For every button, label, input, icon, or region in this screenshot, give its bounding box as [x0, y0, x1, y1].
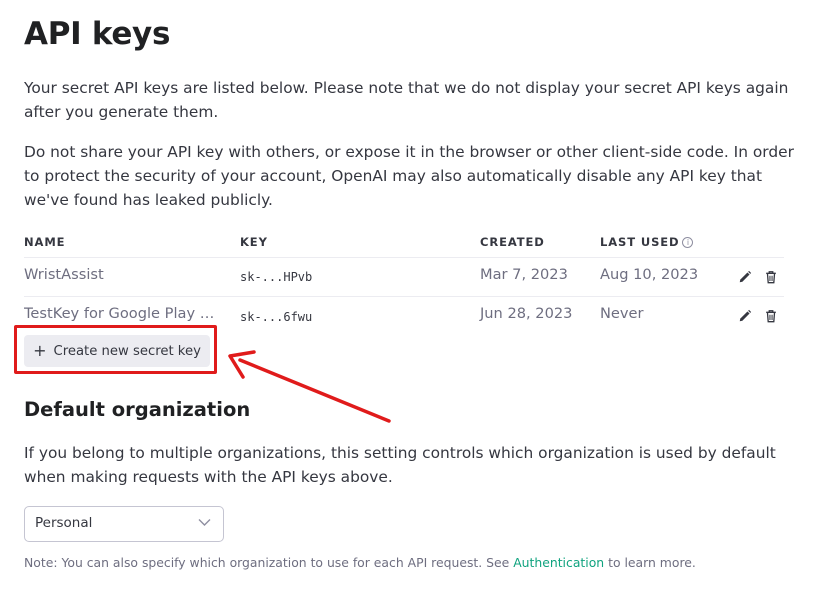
note-text-end: to learn more.: [604, 555, 696, 570]
chevron-down-icon: [198, 519, 211, 526]
organization-select[interactable]: Personal: [24, 506, 224, 542]
organization-note: Note: You can also specify which organiz…: [24, 555, 696, 570]
default-org-description: If you belong to multiple organizations,…: [24, 444, 776, 486]
api-keys-page: API keys Your secret API keys are listed…: [0, 0, 821, 600]
section-title: Default organization: [24, 398, 251, 421]
organization-select-value: Personal: [35, 515, 93, 531]
note-text: Note: You can also specify which organiz…: [24, 555, 514, 570]
authentication-link[interactable]: Authentication: [513, 555, 604, 570]
